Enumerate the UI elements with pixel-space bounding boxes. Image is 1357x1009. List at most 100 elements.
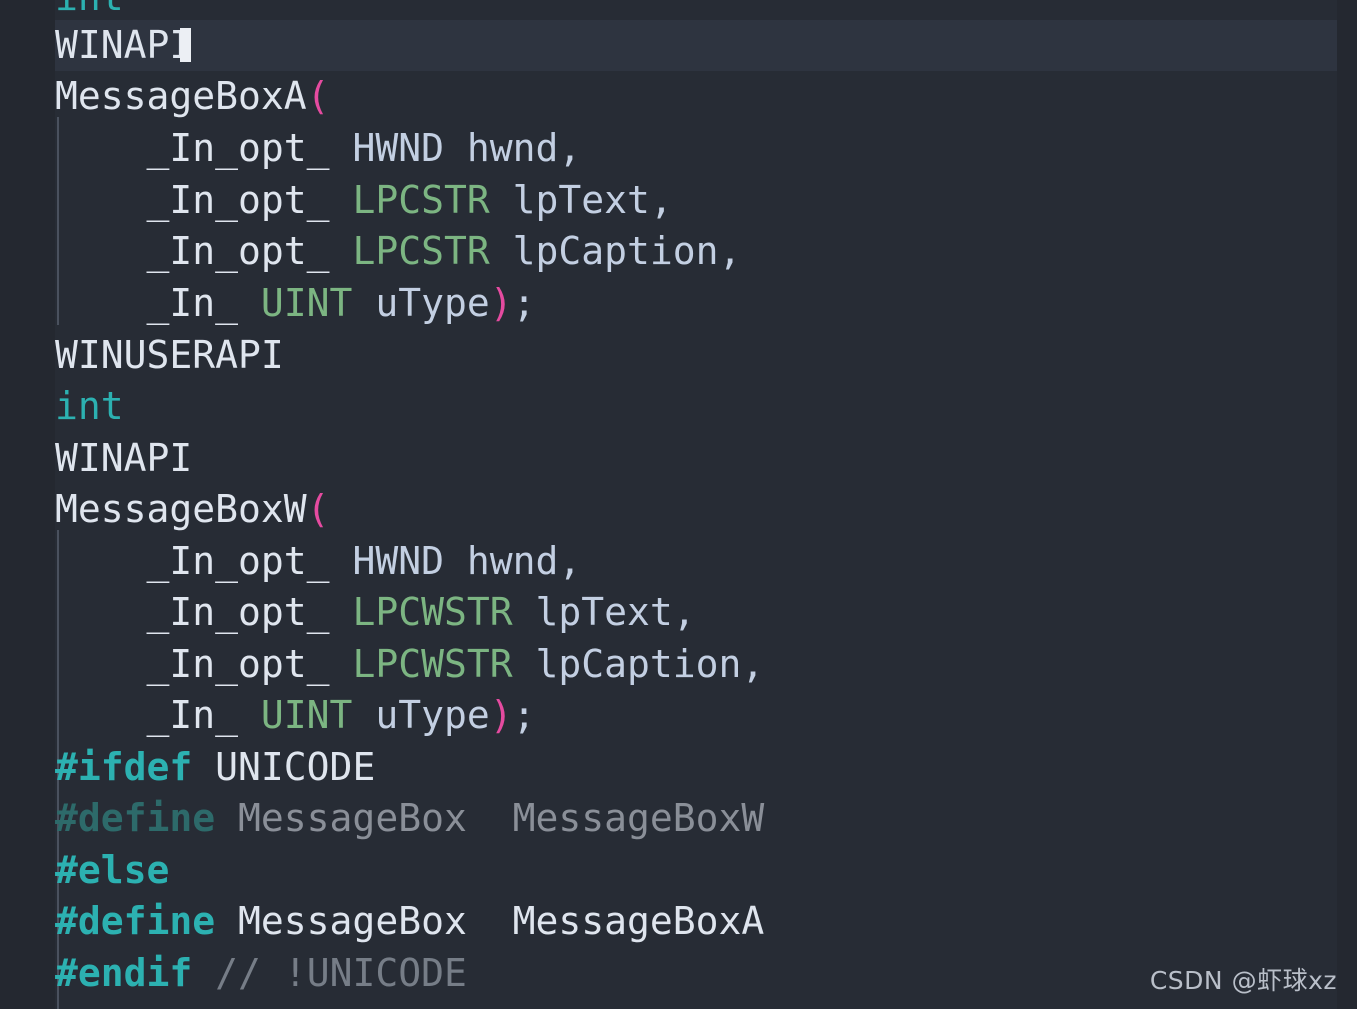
- code-token: _In_opt_: [146, 126, 330, 170]
- code-line[interactable]: _In_opt_ HWND hwnd,: [55, 123, 582, 174]
- code-token: MessageBoxA: [55, 74, 307, 118]
- code-token: (: [306, 487, 330, 531]
- code-token: ,: [649, 178, 673, 222]
- code-editor-viewport[interactable]: intWINAPIMessageBoxA( _In_opt_ HWND hwnd…: [0, 0, 1357, 1009]
- code-token: WINAPI: [55, 23, 193, 67]
- code-line[interactable]: int: [55, 381, 124, 432]
- code-line[interactable]: #else: [55, 845, 169, 896]
- code-token: ;: [512, 281, 536, 325]
- code-line[interactable]: _In_opt_ HWND hwnd,: [55, 536, 582, 587]
- code-token: ): [489, 693, 513, 737]
- code-line[interactable]: _In_opt_ LPCWSTR lpText,: [55, 587, 696, 638]
- code-token: _In_opt_: [146, 178, 330, 222]
- code-token: LPCWSTR: [352, 590, 513, 634]
- code-token: #endif: [55, 951, 193, 995]
- code-token: UNICODE: [215, 745, 376, 789]
- code-token: LPCWSTR: [352, 642, 513, 686]
- code-token: int: [55, 0, 124, 19]
- code-token: MessageBox: [238, 899, 467, 943]
- code-token: WINUSERAPI: [55, 333, 284, 377]
- code-token: WINAPI: [55, 436, 193, 480]
- code-line[interactable]: WINAPI: [55, 20, 192, 71]
- code-line[interactable]: _In_opt_ LPCSTR lpText,: [55, 175, 673, 226]
- code-line[interactable]: #endif // !UNICODE: [55, 948, 467, 999]
- code-token: ;: [512, 693, 536, 737]
- code-token: ,: [672, 590, 696, 634]
- code-token: MessageBoxW: [512, 796, 765, 840]
- code-line[interactable]: #ifdef UNICODE: [55, 742, 375, 793]
- code-token: #define: [55, 899, 216, 943]
- code-line[interactable]: #define MessageBox MessageBoxA: [55, 896, 764, 947]
- code-token: _In_opt_: [146, 590, 330, 634]
- code-token: _In_: [146, 281, 239, 325]
- code-token: //: [215, 951, 284, 995]
- code-line[interactable]: _In_ UINT uType);: [55, 690, 536, 741]
- code-token: ,: [558, 126, 582, 170]
- code-text-layer[interactable]: intWINAPIMessageBoxA( _In_opt_ HWND hwnd…: [0, 0, 1357, 1009]
- code-token: _In_opt_: [146, 539, 330, 583]
- code-line[interactable]: WINUSERAPI: [55, 330, 284, 381]
- code-token: uType: [375, 281, 490, 325]
- code-line[interactable]: _In_opt_ LPCWSTR lpCaption,: [55, 639, 765, 690]
- code-token: MessageBoxA: [512, 899, 765, 943]
- code-token: HWND: [352, 539, 444, 583]
- code-token: UINT: [260, 281, 353, 325]
- code-token: UINT: [260, 693, 353, 737]
- code-token: int: [55, 384, 124, 428]
- overview-ruler[interactable]: [1337, 0, 1357, 1009]
- code-token: lpCaption: [512, 229, 719, 273]
- code-token: hwnd: [466, 126, 559, 170]
- code-line[interactable]: MessageBoxA(: [55, 71, 330, 122]
- code-token: HWND: [352, 126, 444, 170]
- code-line[interactable]: #define MessageBox MessageBoxW: [55, 793, 764, 844]
- code-line[interactable]: MessageBoxW(: [55, 484, 330, 535]
- code-token: MessageBoxW: [55, 487, 307, 531]
- code-token: _In_: [146, 693, 239, 737]
- code-token: hwnd: [466, 539, 559, 583]
- code-line[interactable]: _In_opt_ LPCSTR lpCaption,: [55, 226, 742, 277]
- code-token: #else: [55, 848, 170, 892]
- code-token: MessageBox: [238, 796, 467, 840]
- code-token: LPCSTR: [352, 178, 490, 222]
- code-token: (: [306, 74, 330, 118]
- code-token: ,: [741, 642, 765, 686]
- code-token: lpText: [535, 590, 673, 634]
- code-token: ): [489, 281, 513, 325]
- code-token: !UNICODE: [283, 951, 467, 995]
- code-token: ,: [718, 229, 742, 273]
- code-token: _In_opt_: [146, 229, 330, 273]
- editor-gutter[interactable]: [0, 0, 55, 1009]
- code-token: #ifdef: [55, 745, 193, 789]
- code-token: LPCSTR: [352, 229, 490, 273]
- text-cursor: [180, 28, 191, 62]
- code-line[interactable]: WINAPI: [55, 433, 192, 484]
- code-token: lpText: [512, 178, 650, 222]
- code-line[interactable]: _In_ UINT uType);: [55, 278, 536, 329]
- csdn-watermark: CSDN @虾球xz: [1149, 966, 1337, 995]
